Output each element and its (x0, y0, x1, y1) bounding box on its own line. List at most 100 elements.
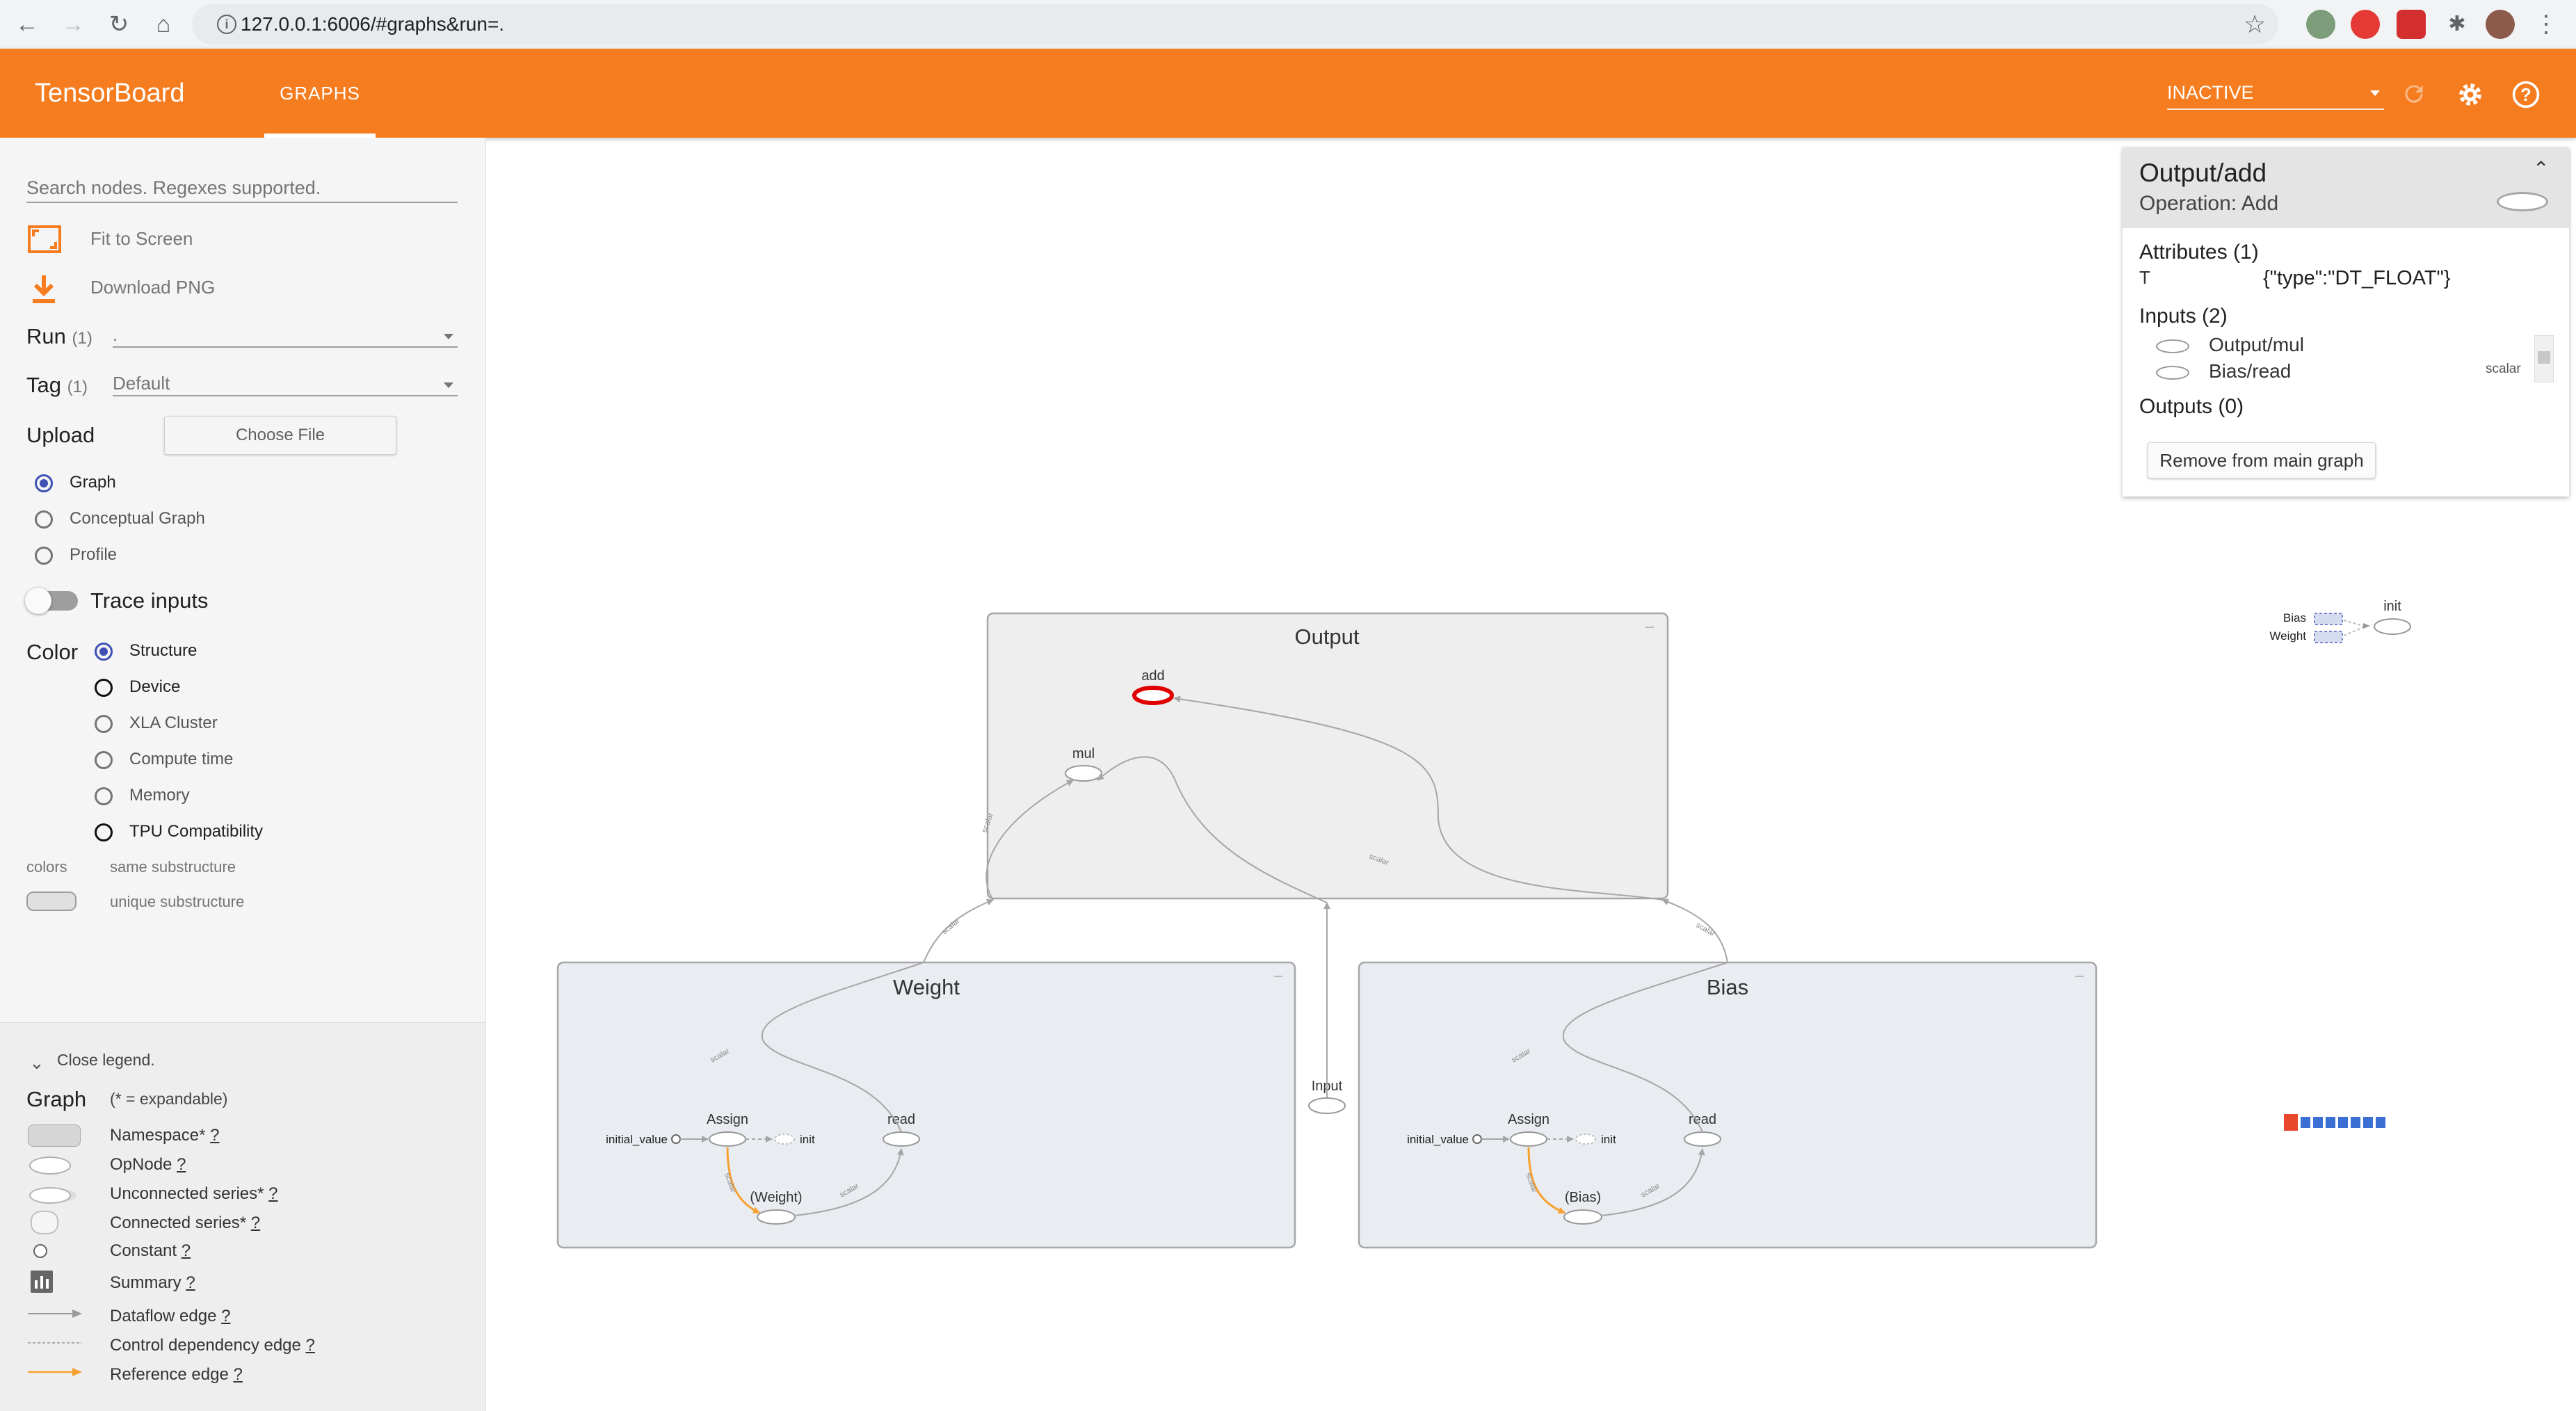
toggle-knob (25, 588, 51, 614)
node-read[interactable] (1684, 1131, 1721, 1147)
forward-icon[interactable]: → (56, 7, 90, 42)
radio-graph[interactable] (35, 474, 53, 492)
node-read[interactable] (883, 1131, 920, 1147)
node-mul[interactable] (1065, 765, 1102, 782)
attributes-heading: Attributes (1) (2139, 241, 2259, 264)
radio-tpu-compatibility[interactable] (95, 823, 113, 841)
node-initial-value[interactable] (1472, 1134, 1482, 1144)
extension-icon[interactable] (2306, 10, 2335, 39)
inputs-heading: Inputs (2) (2139, 305, 2228, 328)
chevron-down-icon[interactable]: ⌄ (29, 1052, 45, 1074)
profile-avatar[interactable] (2486, 10, 2515, 39)
output-namespace[interactable]: Output add mul (986, 612, 1669, 900)
node-assign[interactable] (709, 1131, 746, 1147)
node-label: initial_value (606, 1133, 668, 1146)
bias-namespace[interactable]: Bias initial_value Assign init read (Bia… (1358, 961, 2098, 1249)
node-add-selected[interactable] (1132, 686, 1174, 705)
legend-item: Connected series* ? (110, 1214, 261, 1232)
minimap-init (2374, 618, 2411, 635)
inputs-scrollbar[interactable] (2534, 335, 2554, 382)
tag-label: Tag (1) (26, 373, 88, 397)
run-select[interactable]: . (113, 323, 458, 348)
fit-screen-icon[interactable] (28, 225, 61, 253)
node-init[interactable] (774, 1134, 795, 1145)
color-mode-label: XLA Cluster (129, 713, 218, 732)
sidebar: Search nodes. Regexes supported. Fit to … (0, 138, 486, 1022)
node-input[interactable] (1308, 1097, 1346, 1114)
download-png-button[interactable]: Download PNG (90, 277, 215, 298)
remove-from-main-graph-button[interactable]: Remove from main graph (2148, 442, 2376, 478)
minimap[interactable]: Bias Weight init (2269, 599, 2411, 643)
trace-inputs-toggle[interactable] (25, 588, 78, 614)
radio-device[interactable] (95, 679, 113, 697)
kebab-menu-icon[interactable]: ⋮ (2529, 7, 2563, 42)
chevron-down-icon (444, 334, 453, 339)
tab-graphs[interactable]: GRAPHS (264, 49, 376, 138)
gear-icon[interactable] (2455, 79, 2486, 110)
run-status-select[interactable]: INACTIVE (2167, 76, 2384, 110)
weight-namespace[interactable]: Weight initial_value Assign init read (W… (556, 961, 1296, 1249)
trace-inputs-label: Trace inputs (90, 588, 209, 613)
info-icon[interactable]: i (217, 15, 236, 34)
svg-text:Weight: Weight (2269, 629, 2306, 643)
namespace-title: Bias (1707, 975, 1748, 999)
summary-icon (31, 1271, 53, 1293)
color-mode-label: Memory (129, 786, 190, 805)
star-icon[interactable]: ☆ (2244, 10, 2266, 39)
node-label: (Weight) (750, 1190, 802, 1205)
same-substructure-label: same substructure (110, 858, 236, 876)
choose-file-button[interactable]: Choose File (164, 416, 396, 455)
node-init[interactable] (1575, 1134, 1596, 1145)
extension-icon[interactable] (2397, 10, 2426, 39)
download-icon[interactable] (29, 274, 58, 305)
home-icon[interactable]: ⌂ (146, 7, 181, 42)
tag-select[interactable]: Default (113, 371, 458, 396)
info-card-header: Output/add Operation: Add ⌃ (2123, 147, 2569, 228)
search-placeholder: Search nodes. Regexes supported. (26, 177, 321, 198)
chevron-up-icon[interactable]: ⌃ (2533, 157, 2549, 180)
radio-xla-cluster[interactable] (95, 715, 113, 733)
app-logo[interactable]: TensorBoard (35, 49, 184, 138)
search-input[interactable]: Search nodes. Regexes supported. (26, 174, 458, 203)
back-icon[interactable]: ← (10, 7, 45, 42)
node-initial-value[interactable] (671, 1134, 681, 1144)
address-bar[interactable]: i 127.0.0.1:6006/#graphs&run=. ☆ (192, 4, 2278, 45)
node-variable[interactable] (757, 1209, 796, 1225)
browser-toolbar: ← → ↻ ⌂ i 127.0.0.1:6006/#graphs&run=. ☆… (0, 0, 2576, 49)
minimap-weight (2314, 631, 2343, 643)
run-status-label: INACTIVE (2167, 82, 2254, 103)
tag-select-value: Default (113, 373, 170, 394)
legend-panel: ⌄ Close legend. Graph (* = expandable) N… (0, 1022, 486, 1411)
node-label: add (1141, 668, 1164, 684)
help-icon[interactable]: ? (2511, 79, 2541, 110)
radio-memory[interactable] (95, 787, 113, 805)
app-header: TensorBoard GRAPHS INACTIVE ? (0, 49, 2576, 138)
close-legend-button[interactable]: Close legend. (57, 1051, 155, 1070)
input-node-icon (2156, 366, 2189, 380)
reload-icon[interactable]: ↻ (102, 7, 136, 42)
radio-conceptual-graph[interactable] (35, 510, 53, 529)
unique-substructure-label: unique substructure (110, 893, 245, 910)
legend-item: Control dependency edge ? (110, 1336, 315, 1355)
extensions-icon[interactable]: ✱ (2440, 7, 2474, 42)
legend-item: Summary ? (110, 1273, 195, 1292)
reload-icon[interactable] (2401, 81, 2427, 107)
radio-profile[interactable] (35, 547, 53, 565)
input-link[interactable]: Bias/read (2209, 360, 2291, 382)
node-operation: Operation: Add (2139, 192, 2279, 215)
legend-item: Namespace* ? (110, 1126, 220, 1145)
node-assign[interactable] (1510, 1131, 1547, 1147)
colors-label: colors (26, 858, 67, 876)
radio-compute-time[interactable] (95, 751, 113, 769)
color-mode-label: TPU Compatibility (129, 822, 264, 841)
connected-series-swatch (31, 1211, 58, 1234)
input-link[interactable]: Output/mul (2209, 334, 2304, 356)
radio-structure[interactable] (95, 643, 113, 661)
extension-icon[interactable] (2351, 10, 2380, 39)
legend-item: Reference edge ? (110, 1365, 243, 1384)
node-variable[interactable] (1563, 1209, 1602, 1225)
node-label: mul (1072, 746, 1095, 761)
fit-to-screen-button[interactable]: Fit to Screen (90, 228, 193, 250)
scrollbar-thumb[interactable] (2538, 351, 2550, 364)
url-text[interactable]: 127.0.0.1:6006/#graphs&run=. (241, 4, 504, 45)
